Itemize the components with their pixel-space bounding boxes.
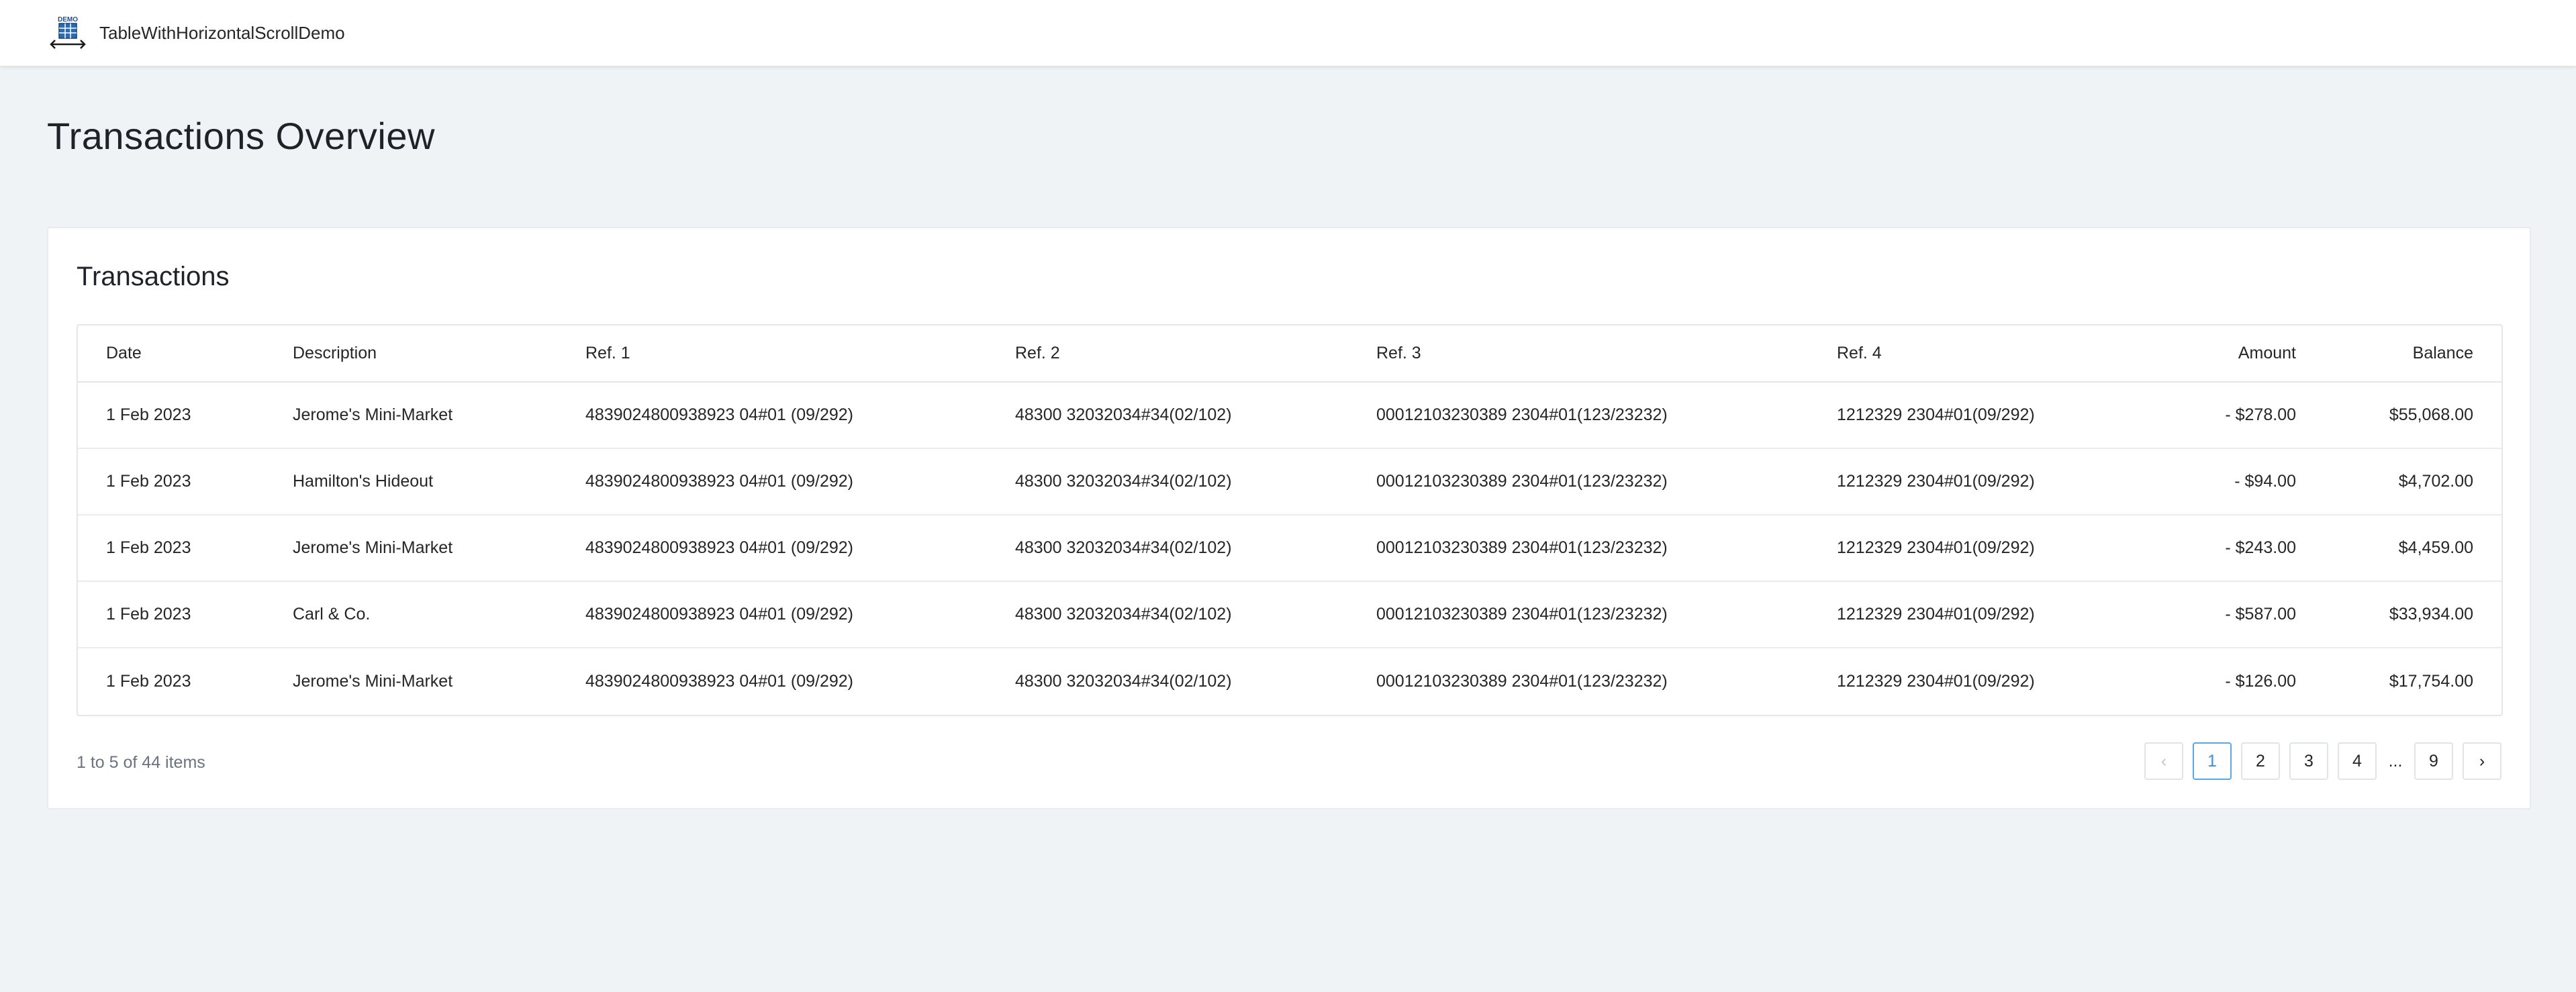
pagination-summary: 1 to 5 of 44 items xyxy=(77,753,205,772)
logo-text: DEMO xyxy=(58,16,78,23)
cell-ref4: 1212329 2304#01(09/292) xyxy=(1837,515,2152,582)
cell-ref4: 1212329 2304#01(09/292) xyxy=(1837,382,2152,449)
app-name[interactable]: TableWithHorizontalScrollDemo xyxy=(99,23,345,44)
cell-date: 1 Feb 2023 xyxy=(106,671,191,691)
cell-description: Jerome's Mini-Market xyxy=(293,382,585,449)
column-header-ref1: Ref. 1 xyxy=(585,326,1015,383)
column-header-ref3: Ref. 3 xyxy=(1376,326,1837,383)
cell-ref1: 4839024800938923 04#01 (09/292) xyxy=(585,382,1015,449)
cell-balance: $17,754.00 xyxy=(2389,671,2473,691)
cell-ref4: 1212329 2304#01(09/292) xyxy=(1837,671,2035,691)
page-title: Transactions Overview xyxy=(47,115,435,157)
cell-description: Jerome's Mini-Market xyxy=(293,515,585,582)
page-button-4[interactable]: 4 xyxy=(2338,742,2377,780)
cell-ref2: 48300 32032034#34(02/102) xyxy=(1015,671,1232,691)
cell-balance: $33,934.00 xyxy=(2296,581,2501,648)
pagination: ‹ 1 2 3 4 ... 9 › xyxy=(2144,742,2501,780)
cell-ref1: 4839024800938923 04#01 (09/292) xyxy=(585,671,853,691)
cell-ref3: 00012103230389 2304#01(123/23232) xyxy=(1376,581,1837,648)
table-header-row: Date Description Ref. 1 Ref. 2 Ref. 3 Re… xyxy=(78,326,2501,383)
cell-description: Hamilton's Hideout xyxy=(293,448,585,515)
cell-ref1: 4839024800938923 04#01 (09/292) xyxy=(585,581,1015,648)
cell-amount: - $587.00 xyxy=(2152,581,2296,648)
app-logo-icon[interactable]: DEMO xyxy=(48,15,87,51)
cell-date: 1 Feb 2023 xyxy=(78,448,293,515)
cell-ref2: 48300 32032034#34(02/102) xyxy=(1015,382,1376,449)
table-row: 1 Feb 2023 Carl & Co. 4839024800938923 0… xyxy=(78,581,2501,648)
cell-ref2: 48300 32032034#34(02/102) xyxy=(1015,581,1376,648)
previous-page-button[interactable]: ‹ xyxy=(2144,742,2183,780)
card-title: Transactions xyxy=(77,262,230,291)
cell-description: Jerome's Mini-Market xyxy=(293,671,453,691)
cell-amount: - $94.00 xyxy=(2152,448,2296,515)
chevron-right-icon: › xyxy=(2479,751,2485,771)
cell-date: 1 Feb 2023 xyxy=(78,581,293,648)
page-button-2[interactable]: 2 xyxy=(2241,742,2280,780)
cell-balance: $4,459.00 xyxy=(2296,515,2501,582)
cell-date: 1 Feb 2023 xyxy=(78,382,293,449)
page-button-9[interactable]: 9 xyxy=(2414,742,2453,780)
column-header-amount: Amount xyxy=(2152,326,2296,383)
column-header-balance: Balance xyxy=(2296,326,2501,383)
transactions-card: Transactions Date Description Ref. 1 Ref… xyxy=(47,227,2531,809)
transactions-table-scroll-container[interactable]: Date Description Ref. 1 Ref. 2 Ref. 3 Re… xyxy=(77,324,2503,716)
table-row: 1 Feb 2023 Jerome's Mini-Market 48390248… xyxy=(78,515,2501,582)
cell-ref3: 00012103230389 2304#01(123/23232) xyxy=(1376,515,1837,582)
pagination-ellipsis: ... xyxy=(2388,751,2403,771)
cell-amount: - $278.00 xyxy=(2152,382,2296,449)
column-header-ref4: Ref. 4 xyxy=(1837,326,2152,383)
page-button-3[interactable]: 3 xyxy=(2289,742,2328,780)
cell-balance: $55,068.00 xyxy=(2296,382,2501,449)
column-header-date: Date xyxy=(78,326,293,383)
next-page-button[interactable]: › xyxy=(2463,742,2501,780)
cell-description: Carl & Co. xyxy=(293,581,585,648)
cell-ref4: 1212329 2304#01(09/292) xyxy=(1837,448,2152,515)
cell-date: 1 Feb 2023 xyxy=(78,515,293,582)
cell-ref2: 48300 32032034#34(02/102) xyxy=(1015,448,1376,515)
cell-ref4: 1212329 2304#01(09/292) xyxy=(1837,581,2152,648)
column-header-ref2: Ref. 2 xyxy=(1015,326,1376,383)
transactions-table: Date Description Ref. 1 Ref. 2 Ref. 3 Re… xyxy=(78,326,2501,714)
cell-balance: $4,702.00 xyxy=(2296,448,2501,515)
chevron-left-icon: ‹ xyxy=(2160,751,2167,771)
column-header-description: Description xyxy=(293,326,585,383)
cell-ref3: 00012103230389 2304#01(123/23232) xyxy=(1376,448,1837,515)
top-navbar: DEMO TableWithHorizontalScrollDemo xyxy=(0,0,2576,66)
table-row: 1 Feb 2023 Jerome's Mini-Market 48390248… xyxy=(78,382,2501,449)
cell-ref1: 4839024800938923 04#01 (09/292) xyxy=(585,515,1015,582)
cell-amount: - $126.00 xyxy=(2225,671,2296,691)
page-button-1[interactable]: 1 xyxy=(2193,742,2232,780)
table-row: 1 Feb 2023 Jerome's Mini-Market 48390248… xyxy=(78,648,2501,714)
cell-ref3: 00012103230389 2304#01(123/23232) xyxy=(1376,671,1668,691)
cell-ref1: 4839024800938923 04#01 (09/292) xyxy=(585,448,1015,515)
cell-amount: - $243.00 xyxy=(2152,515,2296,582)
table-row: 1 Feb 2023 Hamilton's Hideout 4839024800… xyxy=(78,448,2501,515)
cell-ref2: 48300 32032034#34(02/102) xyxy=(1015,515,1376,582)
cell-ref3: 00012103230389 2304#01(123/23232) xyxy=(1376,382,1837,449)
